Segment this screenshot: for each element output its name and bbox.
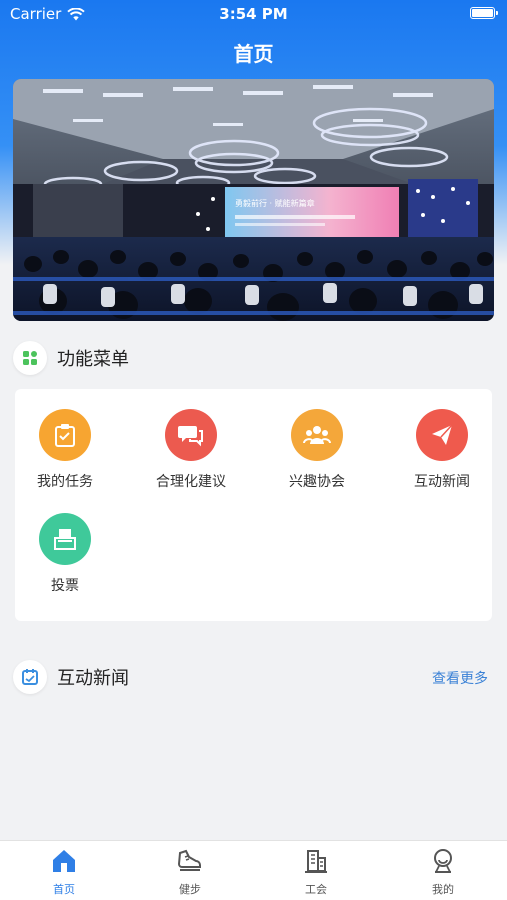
shoe-icon: [177, 849, 201, 871]
home-icon: [53, 850, 75, 872]
menu-item-label: 我的任务: [37, 474, 93, 490]
menu-item-interactive-news[interactable]: 互动新闻: [392, 409, 492, 491]
banner-image[interactable]: 勇毅前行 · 赋能新篇章: [13, 79, 494, 321]
profile-icon: [434, 849, 452, 873]
see-more-link[interactable]: 查看更多: [432, 668, 488, 688]
menu-item-label: 投票: [51, 578, 79, 594]
news-section-title: 互动新闻: [57, 668, 129, 689]
page-title: 首页: [233, 42, 274, 66]
building-icon: [305, 850, 327, 873]
banner-sign-text: 勇毅前行 · 赋能新篇章: [235, 198, 315, 208]
menu-item-my-tasks[interactable]: 我的任务: [15, 409, 115, 491]
grid-menu-icon: [13, 341, 47, 375]
status-bar: Carrier 3:54 PM: [0, 0, 507, 28]
menu-item-interest-groups[interactable]: 兴趣协会: [267, 409, 367, 491]
chat-bubbles-icon: [165, 409, 217, 461]
tab-label: 首页: [53, 883, 75, 896]
status-time: 3:54 PM: [219, 5, 288, 23]
menu-item-label: 合理化建议: [156, 474, 226, 490]
tab-union[interactable]: 工会: [276, 847, 356, 897]
tab-home[interactable]: 首页: [24, 847, 104, 897]
menu-item-label: 兴趣协会: [289, 474, 345, 490]
tab-label: 健步: [179, 883, 201, 896]
tab-mine[interactable]: 我的: [403, 847, 483, 897]
menu-section-title: 功能菜单: [57, 349, 129, 370]
menu-item-label: 互动新闻: [414, 474, 470, 490]
ballot-box-icon: [39, 513, 91, 565]
tab-walk[interactable]: 健步: [150, 847, 230, 897]
paper-plane-icon: [416, 409, 468, 461]
conference-hall-image: 勇毅前行 · 赋能新篇章: [13, 79, 494, 321]
news-section-header: 互动新闻 查看更多: [13, 660, 494, 694]
tab-label: 工会: [305, 883, 327, 896]
function-menu-card: 我的任务 合理化建议 兴趣协会 互动新闻 投票: [15, 389, 492, 621]
menu-item-suggestions[interactable]: 合理化建议: [141, 409, 241, 491]
group-people-icon: [291, 409, 343, 461]
news-calendar-icon: [13, 660, 47, 694]
task-clipboard-icon: [39, 409, 91, 461]
menu-section-header: 功能菜单: [13, 341, 494, 375]
bottom-tab-bar: 首页 健步 工会 我的: [0, 840, 507, 900]
tab-label: 我的: [432, 883, 454, 896]
battery-icon: [470, 7, 498, 19]
menu-item-vote[interactable]: 投票: [15, 513, 115, 595]
